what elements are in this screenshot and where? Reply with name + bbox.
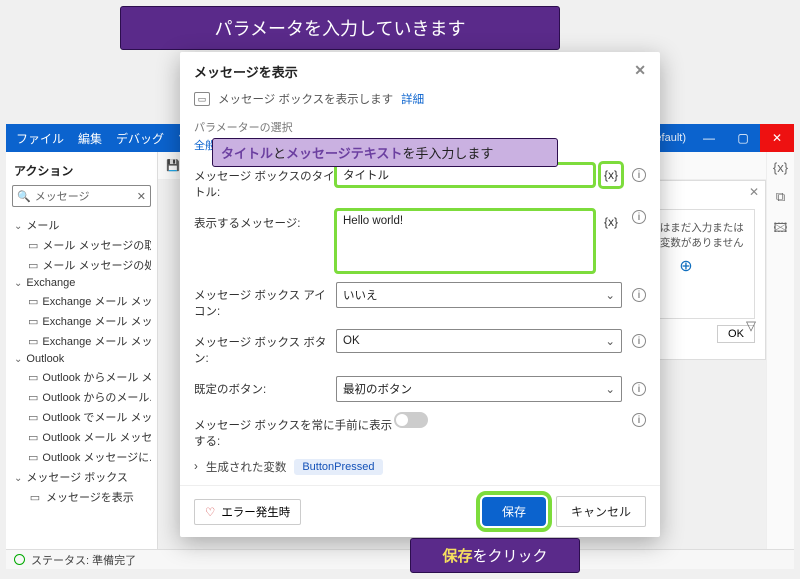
topmost-info-icon[interactable]: i	[632, 413, 646, 427]
dialog-title: メッセージを表示	[194, 62, 298, 81]
default-info-icon[interactable]: i	[632, 382, 646, 396]
icon-select[interactable]: いいえ ⌄	[336, 282, 622, 308]
title-info-icon[interactable]: i	[632, 168, 646, 182]
icon-label: メッセージ ボックス アイコン:	[194, 282, 336, 319]
tree-item[interactable]: ▭Outlook メッセージに...	[12, 447, 151, 467]
right-rail: {x} ⧉ 🖾	[766, 152, 794, 549]
action-icon: ▭	[28, 259, 38, 271]
message-textarea[interactable]: Hello world!	[336, 210, 594, 272]
section-params: パラメーターの選択	[180, 117, 660, 137]
annotation-title-msg: タイトルとメッセージテキストを手入力します	[212, 138, 558, 167]
action-icon: ▭	[28, 295, 38, 307]
genvar-label: 生成された変数	[206, 459, 287, 475]
filter-icon[interactable]: ▽	[746, 318, 756, 334]
save-button[interactable]: 保存	[482, 497, 546, 526]
action-icon: ▭	[28, 411, 38, 423]
annotation-save: 保存をクリック	[410, 538, 580, 573]
status-bar: ステータス: 準備完了	[6, 549, 794, 569]
message-box-icon: ▭	[194, 92, 210, 106]
tree-item[interactable]: ▭Exchange メール メッ...	[12, 311, 151, 331]
sidebar-search[interactable]: 🔍 メッセージ ✕	[12, 185, 151, 207]
action-icon: ▭	[28, 491, 42, 503]
status-ready-icon	[14, 554, 25, 565]
message-label: 表示するメッセージ:	[194, 210, 336, 231]
buttons-label: メッセージ ボックス ボタン:	[194, 329, 336, 366]
buttons-select[interactable]: OK ⌄	[336, 329, 622, 353]
tree-item[interactable]: ▭Outlook でメール メッ...	[12, 407, 151, 427]
sidebar-heading: アクション	[12, 158, 151, 185]
genvar-chip[interactable]: ButtonPressed	[294, 459, 382, 475]
title-variable-icon[interactable]: {x}	[600, 163, 622, 187]
tree-category[interactable]: Outlook	[12, 351, 151, 367]
search-icon: 🔍	[17, 190, 31, 203]
topmost-label: メッセージ ボックスを常に手前に表示する:	[194, 412, 394, 449]
display-message-dialog: メッセージを表示 ✕ ▭ メッセージ ボックスを表示します 詳細 パラメーターの…	[180, 52, 660, 537]
tree-item[interactable]: ▭Outlook からのメール...	[12, 387, 151, 407]
panel-close-icon[interactable]: ✕	[749, 185, 759, 199]
action-icon: ▭	[28, 315, 38, 327]
dialog-close-icon[interactable]: ✕	[634, 62, 646, 81]
layers-rail-icon[interactable]: ⧉	[776, 189, 785, 205]
cancel-button[interactable]: キャンセル	[556, 496, 646, 527]
action-icon: ▭	[28, 451, 38, 463]
save-icon[interactable]: 💾	[166, 159, 180, 172]
title-input[interactable]	[336, 164, 594, 186]
default-select[interactable]: 最初のボタン ⌄	[336, 376, 622, 402]
search-value: メッセージ	[35, 188, 90, 204]
tree-item[interactable]: ▭メッセージを表示	[12, 487, 151, 507]
topmost-toggle[interactable]	[394, 412, 428, 428]
icon-info-icon[interactable]: i	[632, 288, 646, 302]
chevron-down-icon: ⌄	[605, 382, 615, 396]
tree-item[interactable]: ▭Exchange メール メッ...	[12, 331, 151, 351]
tree-category[interactable]: メッセージ ボックス	[12, 467, 151, 487]
message-variable-icon[interactable]: {x}	[600, 210, 622, 234]
variables-rail-icon[interactable]: {x}	[773, 160, 788, 175]
images-rail-icon[interactable]: 🖾	[773, 219, 787, 241]
action-icon: ▭	[28, 371, 38, 383]
dialog-subtitle: メッセージ ボックスを表示します	[218, 91, 393, 107]
chevron-down-icon: ⌄	[605, 288, 615, 302]
on-error-button[interactable]: ♡ エラー発生時	[194, 499, 301, 525]
tree-item[interactable]: ▭メール メッセージの取得	[12, 235, 151, 255]
menu-file[interactable]: ファイル	[16, 130, 64, 147]
window-close[interactable]: ✕	[760, 124, 794, 152]
window-minimize[interactable]: —	[692, 124, 726, 152]
menu-debug[interactable]: デバッグ	[116, 130, 164, 147]
clear-search-icon[interactable]: ✕	[137, 190, 146, 203]
action-icon: ▭	[28, 391, 38, 403]
tree-category[interactable]: メール	[12, 215, 151, 235]
action-icon: ▭	[28, 431, 38, 443]
tree-item[interactable]: ▭Exchange メール メッ...	[12, 291, 151, 311]
window-maximize[interactable]: ▢	[726, 124, 760, 152]
buttons-info-icon[interactable]: i	[632, 334, 646, 348]
actions-sidebar: アクション 🔍 メッセージ ✕ メール▭メール メッセージの取得▭メール メッセ…	[6, 152, 158, 549]
genvar-chevron-icon[interactable]: ›	[194, 461, 198, 473]
action-icon: ▭	[28, 335, 38, 347]
shield-icon: ♡	[205, 505, 215, 519]
chevron-down-icon: ⌄	[605, 334, 615, 348]
tree-item[interactable]: ▭Outlook メール メッセ...	[12, 427, 151, 447]
default-label: 既定のボタン:	[194, 376, 336, 397]
action-icon: ▭	[28, 239, 38, 251]
title-label: メッセージ ボックスのタイトル:	[194, 163, 336, 200]
tree-item[interactable]: ▭Outlook からメール メ...	[12, 367, 151, 387]
tree-category[interactable]: Exchange	[12, 275, 151, 291]
menu-edit[interactable]: 編集	[78, 130, 102, 147]
message-info-icon[interactable]: i	[632, 210, 646, 224]
details-link[interactable]: 詳細	[401, 91, 424, 107]
annotation-top: パラメータを入力していきます	[120, 6, 560, 50]
tree-item[interactable]: ▭メール メッセージの処理	[12, 255, 151, 275]
status-label: ステータス: 準備完了	[31, 552, 136, 568]
